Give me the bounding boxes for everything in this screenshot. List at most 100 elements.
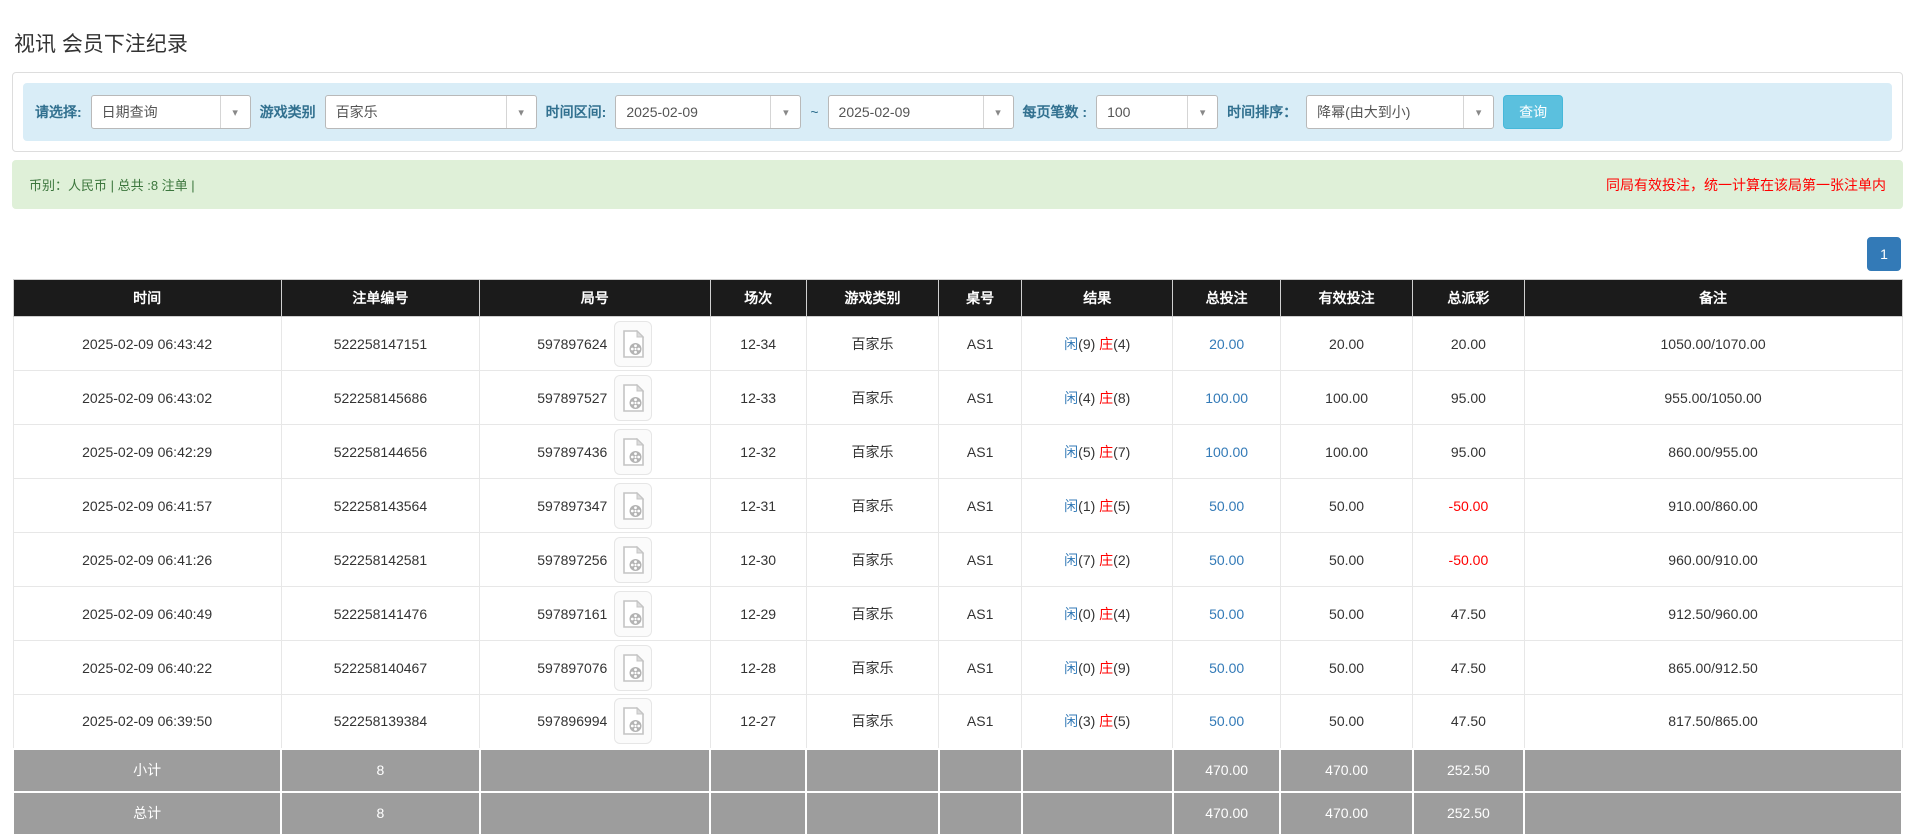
result-banker-label: 庄	[1099, 713, 1113, 729]
cell-bet-id: 522258142581	[281, 533, 479, 587]
subtotal-row-empty-cell	[939, 749, 1022, 792]
result-banker-label: 庄	[1099, 390, 1113, 406]
page-button-1[interactable]: 1	[1867, 237, 1901, 271]
currency-summary-text: 币别：人民币 | 总共 :8 注单 |	[29, 175, 195, 194]
cell-result: 闲(5) 庄(7)	[1022, 425, 1173, 479]
column-header: 时间	[13, 280, 281, 317]
cell-session: 12-30	[710, 533, 806, 587]
cell-time: 2025-02-09 06:42:29	[13, 425, 281, 479]
cell-time: 2025-02-09 06:39:50	[13, 695, 281, 749]
cell-time: 2025-02-09 06:41:26	[13, 533, 281, 587]
cell-round-id: 597897161	[480, 587, 710, 641]
total-bet-link[interactable]: 50.00	[1209, 552, 1244, 568]
result-player-label: 闲	[1064, 444, 1078, 460]
result-player-score: (5)	[1078, 444, 1099, 460]
total-row-label: 总计	[13, 792, 281, 835]
cell-total-bet: 50.00	[1173, 479, 1281, 533]
cell-round-id: 597897256	[480, 533, 710, 587]
per-page-select[interactable]: 100 ▾	[1096, 95, 1218, 129]
result-banker-score: (4)	[1113, 336, 1130, 352]
video-record-button[interactable]	[614, 537, 652, 583]
date-from-select[interactable]: 2025-02-09 ▾	[615, 95, 801, 129]
result-player-score: (3)	[1078, 713, 1099, 729]
cell-valid-bet: 100.00	[1280, 425, 1412, 479]
cell-session: 12-28	[710, 641, 806, 695]
cell-valid-bet: 20.00	[1280, 317, 1412, 371]
column-header: 总派彩	[1413, 280, 1524, 317]
cell-payout: 95.00	[1413, 371, 1524, 425]
date-to-value: 2025-02-09	[829, 104, 921, 120]
total-bet-link[interactable]: 50.00	[1209, 660, 1244, 676]
result-banker-label: 庄	[1099, 660, 1113, 676]
cell-bet-id: 522258147151	[281, 317, 479, 371]
cell-table-no: AS1	[939, 371, 1022, 425]
result-player-label: 闲	[1064, 606, 1078, 622]
cell-session: 12-34	[710, 317, 806, 371]
cell-total-bet: 50.00	[1173, 533, 1281, 587]
column-header: 备注	[1524, 280, 1902, 317]
cell-note: 1050.00/1070.00	[1524, 317, 1902, 371]
total-row-payout: 252.50	[1413, 792, 1524, 835]
round-id-group: 597897436	[537, 429, 652, 475]
subtotal-row-valid-bet: 470.00	[1280, 749, 1412, 792]
total-bet-link[interactable]: 100.00	[1205, 390, 1248, 406]
total-row-empty-cell	[1524, 792, 1902, 835]
range-tilde: ~	[810, 104, 818, 120]
total-row-empty-cell	[1022, 792, 1173, 835]
result-player-score: (4)	[1078, 390, 1099, 406]
total-row-empty-cell	[806, 792, 938, 835]
total-bet-link[interactable]: 100.00	[1205, 444, 1248, 460]
round-id-text: 597896994	[537, 713, 607, 729]
date-to-select[interactable]: 2025-02-09 ▾	[828, 95, 1014, 129]
search-button[interactable]: 查询	[1503, 95, 1563, 129]
video-record-button[interactable]	[614, 698, 652, 744]
table-header: 时间注单编号局号场次游戏类别桌号结果总投注有效投注总派彩备注	[13, 280, 1902, 317]
cell-total-bet: 50.00	[1173, 695, 1281, 749]
total-bet-link[interactable]: 50.00	[1209, 606, 1244, 622]
round-id-text: 597897076	[537, 660, 607, 676]
table-row: 2025-02-09 06:42:29522258144656597897436…	[13, 425, 1902, 479]
subtotal-row-empty-cell	[1022, 749, 1173, 792]
cell-payout: -50.00	[1413, 533, 1524, 587]
cell-result: 闲(3) 庄(5)	[1022, 695, 1173, 749]
total-row-total-bet: 470.00	[1173, 792, 1281, 835]
result-banker-label: 庄	[1099, 498, 1113, 514]
result-banker-score: (7)	[1113, 444, 1130, 460]
cell-payout: 47.50	[1413, 587, 1524, 641]
query-type-select[interactable]: 日期查询 ▾	[91, 95, 251, 129]
cell-game-category: 百家乐	[806, 479, 938, 533]
total-row-empty-cell	[480, 792, 710, 835]
round-id-group: 597897076	[537, 645, 652, 691]
cell-time: 2025-02-09 06:41:57	[13, 479, 281, 533]
round-id-text: 597897256	[537, 552, 607, 568]
video-record-button[interactable]	[614, 645, 652, 691]
video-record-button[interactable]	[614, 375, 652, 421]
chevron-down-icon: ▾	[506, 96, 536, 128]
video-record-button[interactable]	[614, 483, 652, 529]
cell-valid-bet: 50.00	[1280, 533, 1412, 587]
video-record-button[interactable]	[614, 321, 652, 367]
video-record-button[interactable]	[614, 591, 652, 637]
chevron-down-icon: ▾	[1187, 96, 1217, 128]
same-round-notice-text: 同局有效投注，统一计算在该局第一张注单内	[1606, 175, 1886, 195]
cell-result: 闲(4) 庄(8)	[1022, 371, 1173, 425]
total-bet-link[interactable]: 50.00	[1209, 713, 1244, 729]
cell-table-no: AS1	[939, 317, 1022, 371]
cell-total-bet: 50.00	[1173, 641, 1281, 695]
game-category-select[interactable]: 百家乐 ▾	[325, 95, 537, 129]
cell-valid-bet: 100.00	[1280, 371, 1412, 425]
table-row: 2025-02-09 06:43:02522258145686597897527…	[13, 371, 1902, 425]
cell-table-no: AS1	[939, 641, 1022, 695]
video-file-icon	[622, 707, 645, 735]
result-banker-score: (5)	[1113, 713, 1130, 729]
time-sort-select[interactable]: 降幂(由大到小) ▾	[1306, 95, 1494, 129]
total-bet-link[interactable]: 20.00	[1209, 336, 1244, 352]
cell-round-id: 597897347	[480, 479, 710, 533]
total-bet-link[interactable]: 50.00	[1209, 498, 1244, 514]
cell-note: 860.00/955.00	[1524, 425, 1902, 479]
video-file-icon	[622, 600, 645, 628]
cell-session: 12-32	[710, 425, 806, 479]
round-id-group: 597897347	[537, 483, 652, 529]
cell-total-bet: 100.00	[1173, 371, 1281, 425]
video-record-button[interactable]	[614, 429, 652, 475]
